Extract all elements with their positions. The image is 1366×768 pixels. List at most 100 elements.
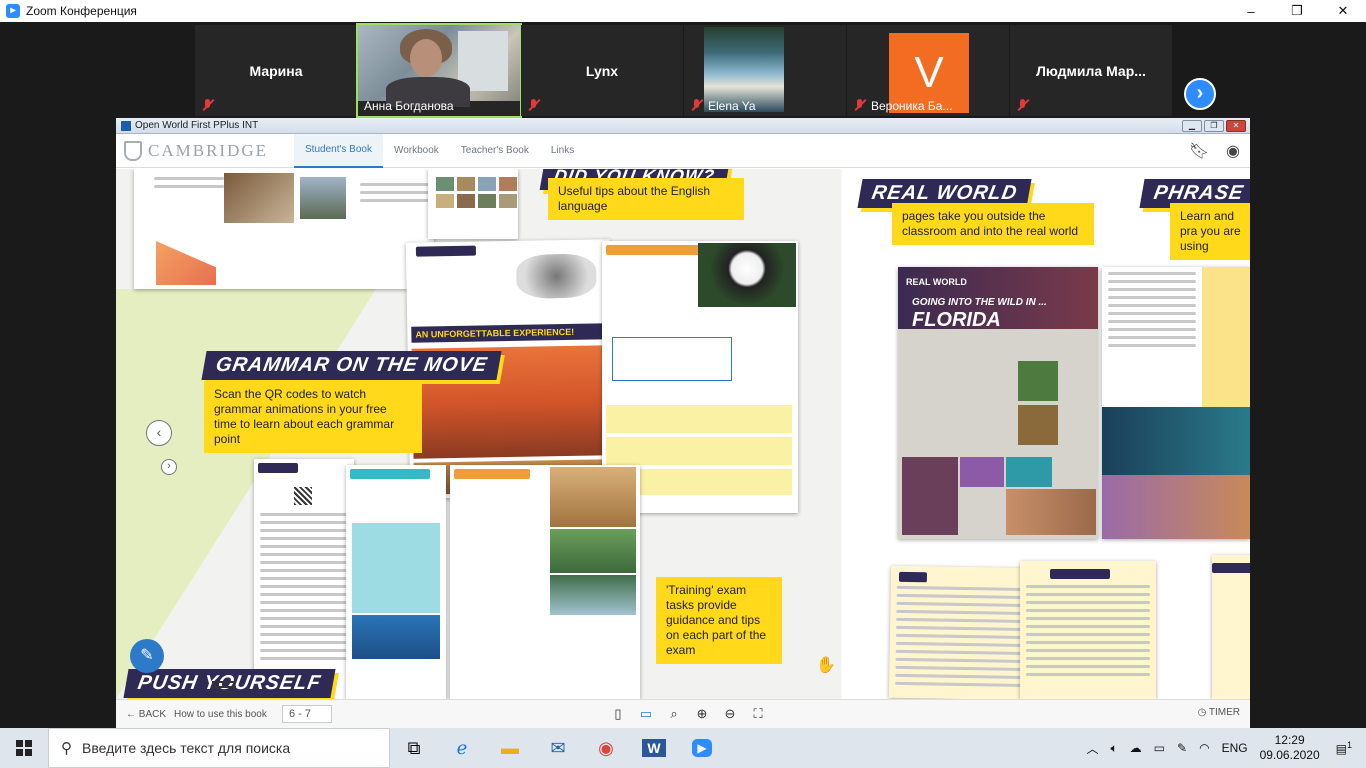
volume-icon[interactable]: 🔈︎ — [1110, 741, 1117, 756]
participant-tile-marina[interactable]: Марина — [195, 25, 357, 116]
how-to-use-link[interactable]: How to use this book — [174, 709, 274, 720]
participant-name: Людмила Мар... — [1036, 63, 1146, 79]
battery-icon[interactable]: ▭ — [1154, 741, 1165, 755]
fit-screen-icon[interactable]: ⛶ — [744, 704, 772, 724]
phrase-callout: Learn and pra you are using — [1170, 203, 1250, 260]
previous-page-button[interactable]: ‹ — [146, 420, 172, 446]
orange-shape — [156, 241, 216, 285]
florida-page-thumbnail: REAL WORLD GOING INTO THE WILD IN ... FL… — [898, 267, 1098, 539]
grammar-callout: Scan the QR codes to watch grammar anima… — [204, 381, 422, 453]
user-account-icon[interactable]: ◉ — [1216, 134, 1250, 168]
vocab-page-thumbnail — [428, 169, 518, 239]
search-icon: ⚲ — [61, 740, 72, 757]
next-participants-button[interactable]: › — [1184, 78, 1216, 110]
chrome-icon[interactable]: ◉ — [582, 728, 630, 768]
eagle-photo — [224, 173, 294, 223]
speaking-page-thumbnail — [450, 465, 640, 699]
panda-photo — [698, 243, 796, 307]
menu-icon[interactable] — [212, 678, 236, 696]
clock-date: 09.06.2020 — [1259, 748, 1320, 762]
chevron-up-icon[interactable]: ︿ — [1086, 740, 1098, 757]
participant-tile-anna[interactable]: Анна Богданова — [356, 23, 522, 118]
shared-screen: Open World First PPlus INT ▁ ❐ ✕ CAMBRID… — [116, 118, 1250, 728]
teal-text-box — [352, 523, 440, 613]
page-number-field[interactable]: 6 - 7 — [282, 705, 332, 723]
app-title: Open World First PPlus INT — [135, 120, 259, 131]
timer-label: TIMER — [1208, 707, 1240, 718]
push-header — [350, 469, 430, 479]
language-indicator[interactable]: ENG — [1222, 741, 1248, 755]
alligator-photo — [1018, 361, 1058, 401]
push-yourself-page-thumbnail — [346, 465, 446, 699]
bird-photo — [1018, 405, 1058, 445]
participant-tile-veronika[interactable]: V Вероника Ба... — [847, 25, 1009, 116]
zoom-in-icon[interactable]: ⊕ — [688, 704, 716, 724]
double-page-icon[interactable]: ▭ — [632, 704, 660, 724]
pen-icon[interactable]: ✎ — [1177, 741, 1187, 755]
speaking-header — [454, 469, 530, 479]
pencil-tool-button[interactable]: ✎ — [130, 639, 164, 673]
task-view-icon[interactable]: ⧉ — [390, 728, 438, 768]
mail-icon[interactable]: ✉ — [534, 728, 582, 768]
real-world-tag: REAL WORLD — [906, 277, 967, 287]
zoom-out-icon[interactable]: ⊖ — [716, 704, 744, 724]
tab-workbook[interactable]: Workbook — [383, 134, 450, 168]
restore-button[interactable]: ❐ — [1274, 0, 1320, 22]
cambridge-logo: CAMBRIDGE — [124, 140, 294, 161]
taskbar-search[interactable]: ⚲ Введите здесь текст для поиска — [48, 728, 390, 768]
edge-icon[interactable]: ℯ — [438, 728, 486, 768]
app-restore-button[interactable]: ❐ — [1204, 120, 1224, 132]
participant-tile-lynx[interactable]: Lynx — [521, 25, 683, 116]
close-button[interactable]: ✕ — [1320, 0, 1366, 22]
app-close-button[interactable]: ✕ — [1226, 120, 1246, 132]
cloud-icon[interactable]: ☁ — [1130, 741, 1142, 755]
boat-photo — [550, 529, 636, 573]
tab-students-book[interactable]: Student's Book — [294, 133, 383, 168]
tab-links[interactable]: Links — [540, 134, 585, 168]
yellow-box-2 — [606, 437, 792, 465]
view-tools: ▯ ▭ ⌕ ⊕ ⊖ ⛶ — [604, 704, 772, 724]
app-titlebar: Open World First PPlus INT ▁ ❐ ✕ — [116, 118, 1250, 134]
training-callout: 'Training' exam tasks provide guidance a… — [656, 577, 782, 664]
florida-kicker: GOING INTO THE WILD IN ... — [912, 297, 1047, 308]
person-face — [410, 39, 442, 77]
reader-toolbar: ← BACK How to use this book 6 - 7 ▯ ▭ ⌕ … — [116, 699, 1250, 728]
clock[interactable]: 12:29 09.06.2020 — [1260, 733, 1320, 763]
participant-tile-elena[interactable]: Elena Ya — [684, 25, 846, 116]
single-page-icon[interactable]: ▯ — [604, 704, 632, 724]
participant-strip: Марина Анна Богданова Lynx Elena Ya V Ве… — [0, 22, 1366, 118]
group-photo — [1006, 489, 1096, 535]
file-explorer-icon[interactable]: ▬ — [486, 728, 534, 768]
app-minimize-button[interactable]: ▁ — [1182, 120, 1202, 132]
bookmark-icon[interactable]: 🔖︎ — [1182, 134, 1216, 168]
grammar-on-the-move-banner: GRAMMAR ON THE MOVE — [201, 351, 502, 380]
tips-callout: Useful tips about the English language — [548, 178, 744, 220]
notification-count: 1 — [1346, 740, 1352, 750]
waterfall-photo — [550, 575, 636, 615]
back-button[interactable]: ← BACK — [126, 709, 174, 720]
muted-mic-icon — [690, 98, 704, 112]
participant-name: Марина — [249, 63, 303, 79]
yellow-box-1 — [606, 405, 792, 433]
florida-title: FLORIDA — [912, 309, 1001, 331]
participant-name: Анна Богданова — [364, 99, 454, 113]
muted-mic-icon — [201, 98, 215, 112]
app-nav: CAMBRIDGE Student's Book Workbook Teache… — [116, 133, 1250, 168]
city-photo — [300, 177, 346, 219]
windows-logo-icon — [16, 740, 32, 756]
hand-cursor-icon: ✋ — [816, 657, 836, 674]
dolphin-photo — [352, 615, 440, 659]
next-spread-button[interactable]: › — [161, 459, 177, 475]
participant-name: Elena Ya — [708, 99, 756, 113]
notifications-icon[interactable]: ▤1 — [1336, 740, 1352, 756]
zoom-taskbar-icon[interactable]: ▶ — [678, 728, 726, 768]
participant-tile-lyudmila[interactable]: Людмила Мар... — [1010, 25, 1172, 116]
network-icon[interactable]: ◠ — [1199, 741, 1209, 755]
zoom-area-icon[interactable]: ⌕ — [660, 704, 688, 724]
minimize-button[interactable]: – — [1228, 0, 1274, 22]
start-button[interactable] — [0, 728, 48, 768]
tab-teachers-book[interactable]: Teacher's Book — [450, 134, 540, 168]
windows-taskbar: ⚲ Введите здесь текст для поиска ⧉ ℯ ▬ ✉… — [0, 728, 1366, 768]
word-icon[interactable]: W — [630, 728, 678, 768]
timer-button[interactable]: ◷ TIMER — [1198, 707, 1240, 718]
